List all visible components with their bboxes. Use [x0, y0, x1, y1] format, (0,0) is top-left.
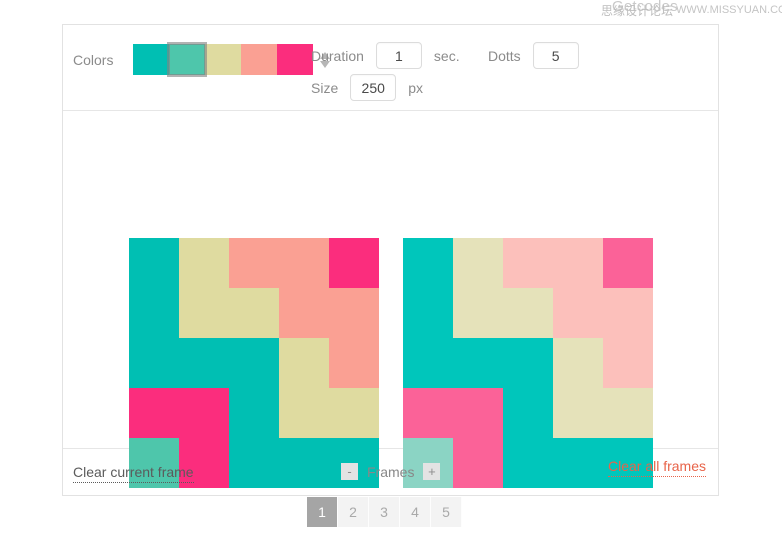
duration-control-group: Duration sec.	[311, 42, 460, 69]
grid-cell	[553, 388, 603, 438]
grid-cell	[453, 338, 503, 388]
grid-cell[interactable]	[179, 238, 229, 288]
footer-toolbar: Clear current frame - Frames + Clear all…	[63, 449, 718, 496]
page-button-5[interactable]: 5	[431, 497, 462, 527]
color-swatch-magenta[interactable]	[277, 44, 314, 75]
grid-cell	[453, 238, 503, 288]
dotts-input[interactable]	[532, 42, 579, 69]
watermark: Getcodes 思缘设计论坛 WWW.MISSYUAN.COM	[0, 0, 782, 22]
grid-cell[interactable]	[329, 388, 379, 438]
grid-cell	[403, 288, 453, 338]
size-control-group: Size px	[311, 74, 423, 101]
grid-cell[interactable]	[129, 288, 179, 338]
size-label: Size	[311, 79, 339, 96]
grid-cell	[503, 238, 553, 288]
grid-cell	[503, 288, 553, 338]
color-swatch-light-teal[interactable]	[167, 42, 208, 77]
clear-current-frame-button[interactable]: Clear current frame	[73, 464, 194, 483]
grid-cell	[553, 238, 603, 288]
duration-label: Duration	[311, 47, 364, 64]
grid-cell[interactable]	[279, 238, 329, 288]
frames-stepper: - Frames +	[341, 463, 441, 480]
grid-cell[interactable]	[279, 388, 329, 438]
size-unit-label: px	[408, 79, 424, 96]
size-input[interactable]	[350, 74, 397, 101]
grid-cell[interactable]	[129, 238, 179, 288]
grid-cell[interactable]	[229, 288, 279, 338]
page-button-2[interactable]: 2	[338, 497, 369, 527]
canvas-area	[63, 111, 718, 488]
colors-control-group: Colors	[73, 42, 331, 77]
frame-pagination[interactable]: 12345	[307, 497, 462, 527]
grid-cell	[503, 338, 553, 388]
grid-cell[interactable]	[279, 338, 329, 388]
watermark-chinese-text: 思缘设计论坛	[601, 4, 674, 18]
clear-all-frames-button[interactable]: Clear all frames	[607, 458, 706, 477]
grid-cell	[453, 288, 503, 338]
app-panel: Colors Duration sec. Dotts Size px Clear…	[62, 24, 719, 496]
grid-cell[interactable]	[179, 388, 229, 438]
frames-increment-button[interactable]: +	[423, 463, 441, 480]
grid-cell[interactable]	[129, 388, 179, 438]
grid-cell	[403, 388, 453, 438]
grid-cell[interactable]	[179, 338, 229, 388]
grid-cell	[453, 388, 503, 438]
duration-input[interactable]	[375, 42, 422, 69]
color-swatch-khaki[interactable]	[205, 44, 242, 75]
color-swatch-teal[interactable]	[133, 44, 170, 75]
grid-cell	[553, 288, 603, 338]
grid-cell[interactable]	[329, 288, 379, 338]
color-swatch-salmon[interactable]	[241, 44, 278, 75]
grid-cell[interactable]	[229, 238, 279, 288]
grid-cell	[403, 238, 453, 288]
colors-label: Colors	[73, 51, 114, 68]
grid-cell	[553, 338, 603, 388]
grid-cell[interactable]	[129, 338, 179, 388]
toolbar: Colors Duration sec. Dotts Size px	[63, 25, 718, 111]
grid-cell[interactable]	[329, 338, 379, 388]
page-button-1[interactable]: 1	[307, 497, 338, 527]
page-button-3[interactable]: 3	[369, 497, 400, 527]
page-button-4[interactable]: 4	[400, 497, 431, 527]
watermark-brand: Getcodes	[612, 0, 678, 15]
dotts-control-group: Dotts	[488, 42, 579, 69]
grid-cell[interactable]	[279, 288, 329, 338]
color-palette[interactable]	[133, 42, 314, 77]
grid-cell[interactable]	[229, 338, 279, 388]
grid-cell[interactable]	[229, 388, 279, 438]
grid-cell	[603, 338, 653, 388]
duration-unit-label: sec.	[433, 47, 460, 64]
grid-cell	[603, 288, 653, 338]
dotts-label: Dotts	[488, 47, 521, 64]
grid-cell[interactable]	[179, 288, 229, 338]
grid-cell	[603, 388, 653, 438]
grid-cell	[503, 388, 553, 438]
grid-cell	[403, 338, 453, 388]
frames-decrement-button[interactable]: -	[341, 463, 358, 480]
grid-cell	[603, 238, 653, 288]
grid-cell[interactable]	[329, 238, 379, 288]
watermark-url: WWW.MISSYUAN.COM	[676, 4, 782, 16]
frames-label: Frames	[367, 463, 415, 480]
